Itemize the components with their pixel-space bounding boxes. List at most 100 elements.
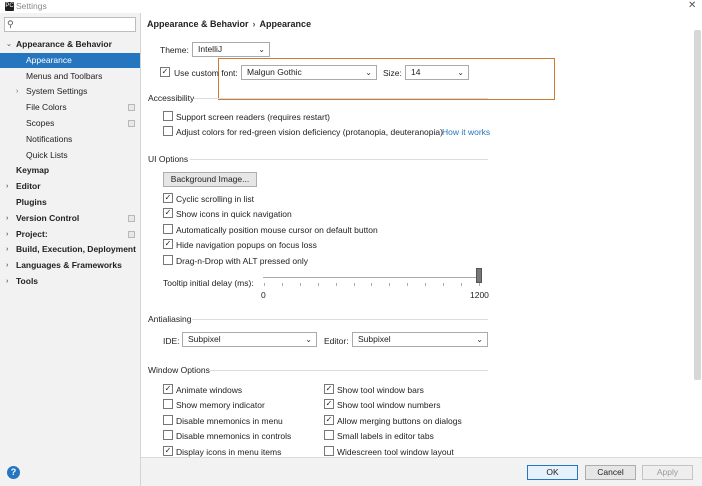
ui-option-checkbox[interactable] [163, 254, 173, 265]
help-icon[interactable]: ? [7, 466, 20, 479]
sidebar-item-label: Appearance [26, 54, 72, 65]
size-value: 14 [411, 67, 421, 77]
window-option-label: Allow merging buttons on dialogs [337, 415, 462, 426]
sidebar-item[interactable]: › Build, Execution, Deployment [0, 242, 140, 257]
theme-value: IntelliJ [198, 44, 223, 54]
size-select[interactable]: 14 ⌄ [405, 65, 469, 80]
sidebar-item-label: File Colors [26, 102, 67, 113]
theme-select[interactable]: IntelliJ ⌄ [192, 42, 270, 57]
sidebar-item[interactable]: Scopes [0, 116, 140, 131]
font-value: Malgun Gothic [247, 67, 302, 77]
custom-font-checkbox[interactable] [160, 67, 170, 77]
ide-label: IDE: [163, 336, 180, 346]
font-select[interactable]: Malgun Gothic ⌄ [241, 65, 377, 80]
search-box[interactable]: ⚲ [4, 17, 136, 32]
sidebar-item[interactable]: › Languages & Frameworks [0, 258, 140, 273]
sidebar-item[interactable]: File Colors [0, 100, 140, 115]
window-option-checkbox[interactable] [163, 414, 173, 425]
slider-tick [443, 283, 444, 286]
chevron-right-icon[interactable]: › [16, 84, 18, 99]
breadcrumb-current: Appearance [259, 19, 312, 29]
sidebar-item[interactable]: Quick Lists [0, 148, 140, 163]
window-option-checkbox[interactable] [324, 430, 334, 441]
ui-option-checkbox[interactable] [163, 208, 173, 219]
sidebar-item[interactable]: Menus and Toolbars [0, 69, 140, 84]
slider-tick [335, 283, 337, 286]
editor-label: Editor: [324, 336, 349, 346]
title-bar: PC Settings ✕ [0, 0, 702, 13]
chevron-right-icon[interactable]: › [6, 179, 8, 194]
window-option-checkbox[interactable] [163, 399, 173, 410]
chevron-right-icon[interactable]: › [6, 274, 8, 289]
ide-antialiasing-select[interactable]: Subpixel ⌄ [182, 332, 317, 347]
breadcrumb-parent: Appearance & Behavior [147, 19, 249, 29]
window-option-label: Disable mnemonics in controls [176, 431, 292, 442]
chevron-right-icon[interactable]: › [6, 258, 8, 273]
how-it-works-link[interactable]: How it works [442, 127, 490, 137]
window-option-label: Widescreen tool window layout [337, 446, 454, 457]
background-image-button[interactable]: Background Image... [163, 172, 257, 187]
ui-option-checkbox[interactable] [163, 223, 173, 234]
chevron-down-icon[interactable]: ⌄ [6, 37, 12, 52]
chevron-right-icon[interactable]: › [6, 227, 8, 242]
apply-button[interactable]: Apply [642, 465, 693, 480]
sidebar-item-label: Languages & Frameworks [16, 260, 122, 271]
ui-option-checkbox[interactable] [163, 193, 173, 203]
app-icon: PC [5, 2, 14, 11]
close-icon[interactable]: ✕ [688, 0, 696, 11]
project-scope-icon [128, 120, 135, 127]
sidebar-item[interactable]: › Editor [0, 179, 140, 194]
chevron-down-icon: ⌄ [305, 335, 312, 344]
slider-tick [371, 283, 373, 286]
sidebar-item[interactable]: Plugins [0, 195, 140, 210]
slider-tick [317, 283, 319, 286]
sidebar-item-label: Notifications [26, 133, 73, 144]
sidebar-item[interactable]: Keymap [0, 163, 140, 178]
sidebar-item[interactable]: ⌄ Appearance & Behavior [0, 37, 140, 52]
sidebar-item[interactable]: Notifications [0, 132, 140, 147]
sidebar-item[interactable]: Appearance [0, 52, 140, 68]
window-option-label: Show tool window numbers [337, 400, 441, 411]
window-option-checkbox[interactable] [324, 445, 334, 456]
tooltip-delay-label: Tooltip initial delay (ms): [163, 278, 254, 288]
tooltip-slider-thumb[interactable] [476, 268, 482, 283]
ok-button[interactable]: OK [527, 465, 578, 480]
theme-label: Theme: [160, 45, 189, 55]
screen-readers-checkbox[interactable] [163, 111, 173, 121]
color-adjust-checkbox[interactable] [163, 126, 173, 136]
window-option-label: Show memory indicator [176, 400, 265, 411]
sidebar-item[interactable]: › System Settings [0, 84, 140, 99]
custom-font-label: Use custom font: [174, 68, 238, 78]
cancel-button[interactable]: Cancel [585, 465, 636, 480]
sidebar-item-label: Appearance & Behavior [16, 39, 112, 49]
tooltip-max-label: 1200 [470, 290, 489, 300]
window-option-checkbox[interactable] [163, 430, 173, 441]
slider-tick [407, 283, 409, 286]
sidebar-item[interactable]: › Version Control [0, 211, 140, 226]
chevron-right-icon[interactable]: › [6, 242, 8, 257]
window-option-checkbox[interactable] [324, 399, 334, 410]
window-option-checkbox[interactable] [324, 414, 334, 425]
tooltip-slider-track[interactable] [263, 277, 480, 278]
accessibility-divider [194, 98, 488, 99]
window-option-checkbox[interactable] [324, 384, 334, 394]
editor-antialiasing-select[interactable]: Subpixel ⌄ [352, 332, 488, 347]
chevron-right-icon[interactable]: › [6, 211, 8, 226]
sidebar-item[interactable]: › Tools [0, 274, 140, 289]
window-option-label: Display icons in menu items [176, 446, 282, 457]
sidebar-item-label: Version Control [16, 212, 80, 223]
ui-option-checkbox[interactable] [163, 239, 173, 250]
accessibility-title: Accessibility [148, 93, 195, 103]
window-option-checkbox[interactable] [163, 384, 173, 394]
sidebar-item-label: Menus and Toolbars [26, 70, 103, 81]
window-options-divider [210, 370, 488, 371]
sidebar-item-label: Build, Execution, Deployment [16, 244, 136, 255]
search-input[interactable] [23, 19, 133, 30]
sidebar-item-label: System Settings [26, 86, 88, 97]
ui-options-title: UI Options [148, 154, 189, 164]
slider-tick [478, 283, 480, 286]
window-option-checkbox[interactable] [163, 445, 173, 456]
sidebar-item-label: Keymap [16, 165, 50, 176]
sidebar-item[interactable]: › Project: [0, 227, 140, 242]
scrollbar[interactable] [694, 30, 701, 380]
